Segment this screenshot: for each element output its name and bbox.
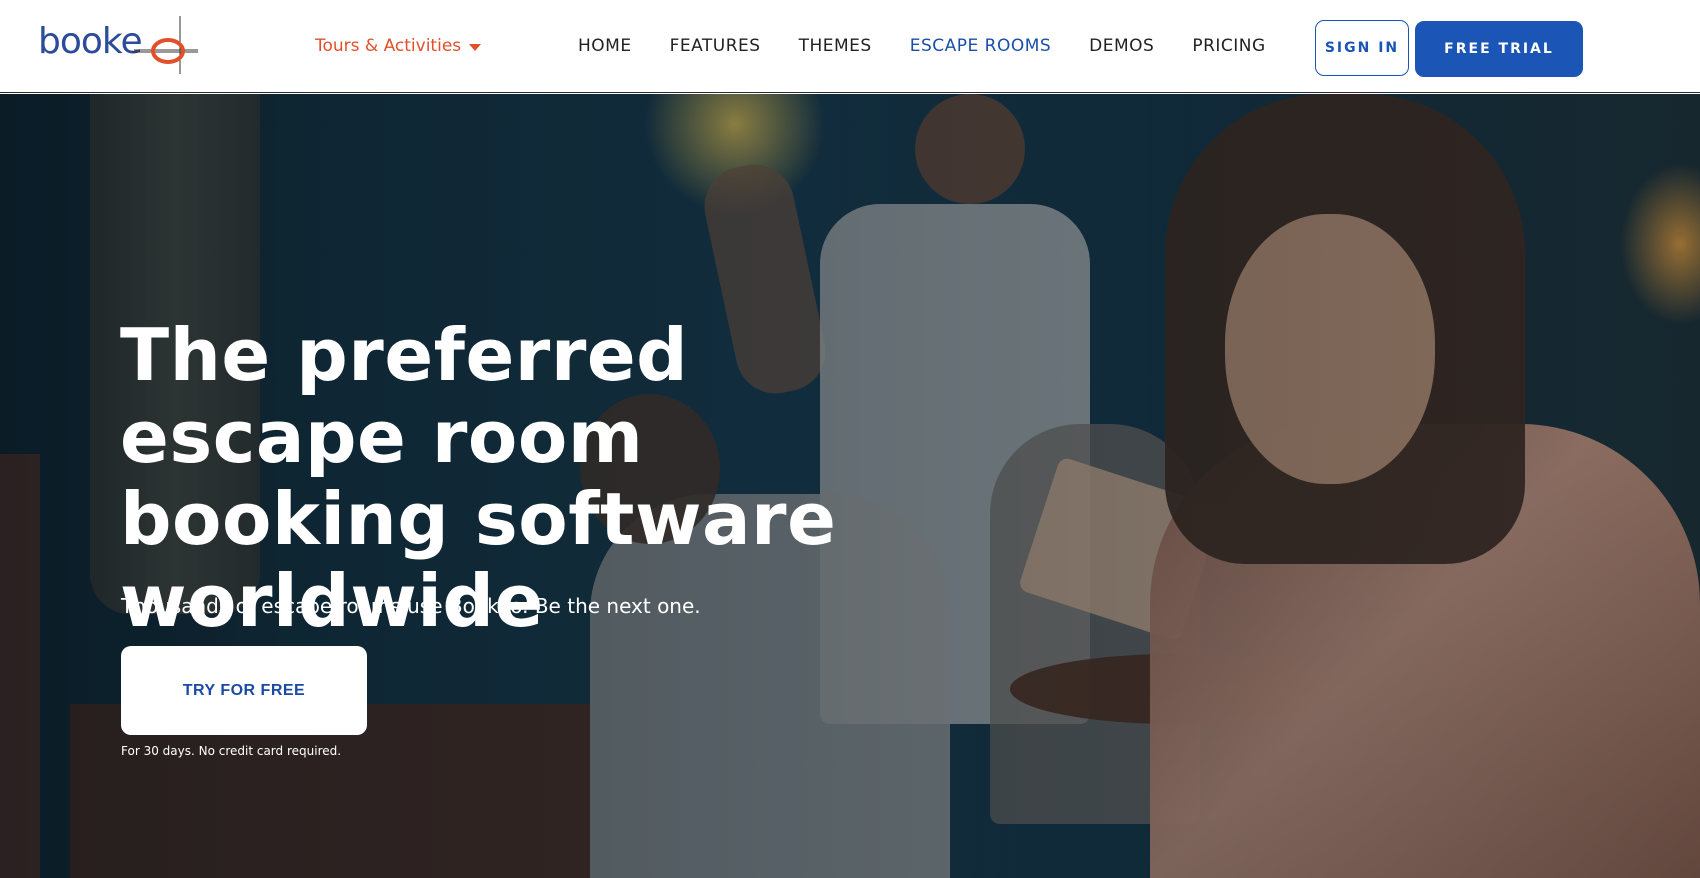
tours-activities-label: Tours & Activities <box>315 36 462 56</box>
sign-in-button[interactable]: SIGN IN <box>1315 20 1409 76</box>
hero-subtitle: Thousands of escape rooms use Bookeo. Be… <box>121 594 701 618</box>
nav-pricing[interactable]: PRICING <box>1192 36 1265 56</box>
try-for-free-button[interactable]: TRY FOR FREE <box>121 646 367 735</box>
hero-section: The preferred escape room booking softwa… <box>0 94 1700 878</box>
site-header: booke Tours & Activities HOME FEATURES T… <box>0 0 1700 93</box>
crosshair-o-icon <box>132 16 198 74</box>
nav-home[interactable]: HOME <box>578 36 632 56</box>
hero-title: The preferred escape room booking softwa… <box>120 313 837 643</box>
tours-activities-menu[interactable]: Tours & Activities <box>315 35 482 57</box>
free-trial-button[interactable]: FREE TRIAL <box>1415 21 1583 77</box>
logo-wordmark: booke <box>38 21 143 62</box>
nav-escape-rooms[interactable]: ESCAPE ROOMS <box>910 36 1051 56</box>
nav-themes[interactable]: THEMES <box>799 36 872 56</box>
main-nav: HOME FEATURES THEMES ESCAPE ROOMS DEMOS … <box>578 35 1304 57</box>
caret-down-icon <box>469 43 482 51</box>
nav-features[interactable]: FEATURES <box>670 36 761 56</box>
trial-note: For 30 days. No credit card required. <box>121 744 342 758</box>
nav-demos[interactable]: DEMOS <box>1089 36 1154 56</box>
bookeo-logo[interactable]: booke <box>38 14 198 76</box>
